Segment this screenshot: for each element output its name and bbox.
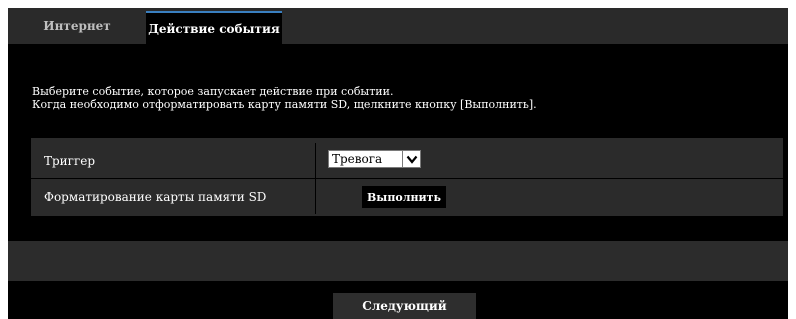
intro-text: Выберите событие, которое запускает дейс… bbox=[32, 85, 537, 111]
chevron-down-icon[interactable] bbox=[402, 151, 420, 167]
sd-format-row: Форматирование карты памяти SD Выполнить bbox=[31, 178, 783, 214]
trigger-row: Триггер Тревога bbox=[31, 143, 783, 178]
trigger-select-value: Тревога bbox=[332, 152, 383, 166]
tab-bar: Интернет Действие события bbox=[8, 8, 788, 44]
sd-format-label: Форматирование карты памяти SD bbox=[44, 189, 267, 204]
intro-line-2: Когда необходимо отформатировать карту п… bbox=[32, 98, 537, 111]
tab-internet[interactable]: Интернет bbox=[8, 8, 146, 44]
column-divider bbox=[315, 179, 316, 214]
separator-band bbox=[8, 241, 788, 281]
execute-button[interactable]: Выполнить bbox=[362, 186, 446, 208]
app-frame: Интернет Действие события Выберите событ… bbox=[8, 8, 788, 319]
intro-line-1: Выберите событие, которое запускает дейс… bbox=[32, 85, 394, 98]
trigger-select[interactable]: Тревога bbox=[328, 150, 421, 168]
next-button[interactable]: Следующий bbox=[333, 293, 476, 319]
trigger-label: Триггер bbox=[44, 153, 96, 168]
settings-panel: Триггер Тревога Форматирование карты пам… bbox=[31, 138, 783, 216]
tab-event-action[interactable]: Действие события bbox=[146, 11, 282, 44]
column-divider bbox=[315, 143, 316, 178]
